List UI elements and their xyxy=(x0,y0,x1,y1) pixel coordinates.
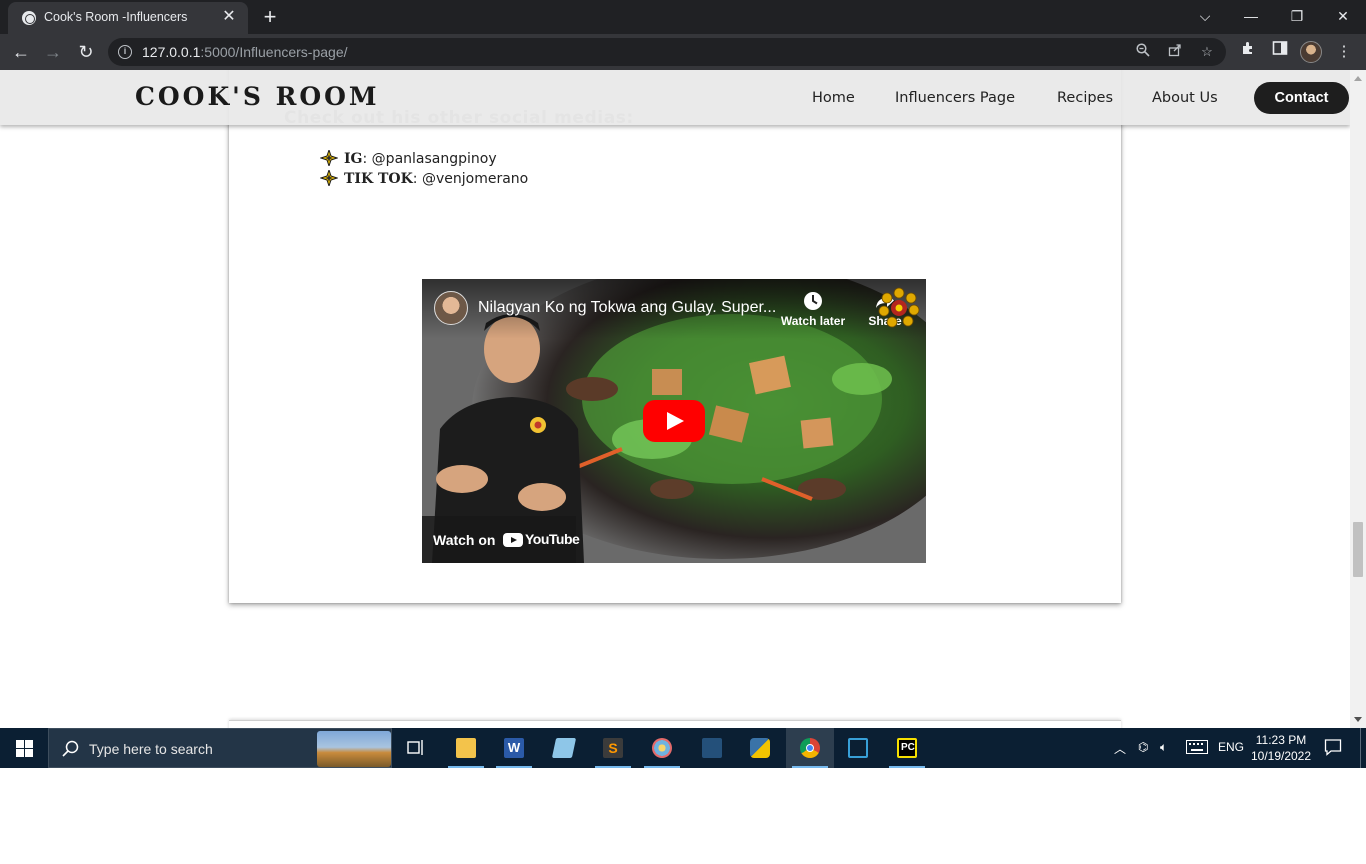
browser-tab-active[interactable]: Cook's Room -Influencers ✕ xyxy=(8,2,248,34)
back-arrow-icon[interactable]: ← xyxy=(8,39,34,65)
reload-icon[interactable]: ↻ xyxy=(73,39,99,65)
sparkle-icon xyxy=(320,170,338,186)
extensions-icon[interactable] xyxy=(1236,40,1260,64)
address-url[interactable]: 127.0.0.1:5000/Influencers-page/ xyxy=(142,44,348,60)
word-icon[interactable]: W xyxy=(490,728,538,768)
search-icon xyxy=(62,740,79,757)
meet-now-icon[interactable]: ⌬ xyxy=(1138,740,1148,754)
url-host: 127.0.0.1 xyxy=(142,44,201,60)
chrome-menu-icon[interactable]: ⋮ xyxy=(1332,40,1356,64)
task-view-icon[interactable] xyxy=(392,728,440,768)
site-info-icon[interactable]: i xyxy=(118,45,132,59)
search-highlight-illustration xyxy=(317,731,391,767)
system-clock[interactable]: 11:23 PM 10/19/2022 xyxy=(1250,732,1312,764)
paint-icon[interactable] xyxy=(638,728,686,768)
page-viewport: Check out his other social medias: IG: @… xyxy=(0,70,1350,728)
social-handle-ig: : @panlasangpinoy xyxy=(362,151,497,167)
input-language[interactable]: ENG xyxy=(1218,740,1244,754)
social-handle-tiktok: : @venjomerano xyxy=(412,171,529,187)
site-navbar: COOK'S ROOM Home Influencers Page Recipe… xyxy=(0,70,1350,125)
play-button[interactable] xyxy=(643,400,705,442)
watch-on-label: Watch on xyxy=(433,532,496,548)
url-path: :5000/Influencers-page/ xyxy=(200,44,348,60)
taskbar-search-box[interactable]: Type here to search xyxy=(48,728,392,768)
clock-date: 10/19/2022 xyxy=(1250,749,1312,763)
python-app-icon[interactable] xyxy=(736,728,784,768)
channel-watermark-icon xyxy=(878,287,920,328)
search-placeholder: Type here to search xyxy=(89,741,213,757)
windows-logo-icon xyxy=(16,740,33,757)
sublime-text-icon[interactable]: S xyxy=(589,728,637,768)
browser-toolbar: ← → ↻ i 127.0.0.1:5000/Influencers-page/… xyxy=(0,34,1366,70)
scrollbar-thumb[interactable] xyxy=(1353,522,1363,577)
clock-icon xyxy=(804,292,822,310)
next-influencer-card xyxy=(229,720,1121,728)
social-item-tiktok: TIK TOK: @venjomerano xyxy=(320,170,528,190)
minimize-window-button[interactable]: — xyxy=(1228,0,1274,34)
tab-title: Cook's Room -Influencers xyxy=(44,10,188,24)
start-button[interactable] xyxy=(0,728,48,768)
social-platform-ig: IG xyxy=(344,151,363,167)
file-explorer-icon[interactable] xyxy=(442,728,490,768)
notes-app-icon[interactable] xyxy=(540,728,588,768)
social-media-list: IG: @panlasangpinoy TIK TOK: @venjomeran… xyxy=(320,150,528,190)
youtube-play-icon xyxy=(503,533,523,547)
scroll-up-arrow-icon[interactable] xyxy=(1354,76,1362,81)
youtube-wordmark: YouTube xyxy=(525,531,580,547)
restore-window-button[interactable]: ❐ xyxy=(1274,0,1320,34)
windows-taskbar: Type here to search W S PC ︿ ⌬ 🔈︎ ENG 11… xyxy=(0,728,1366,768)
bookmark-star-icon[interactable]: ☆ xyxy=(1198,43,1216,61)
zoom-icon[interactable] xyxy=(1134,43,1152,61)
watch-on-youtube-button[interactable]: Watch on YouTube xyxy=(422,516,580,563)
box-app-icon[interactable] xyxy=(834,728,882,768)
notifications-icon[interactable] xyxy=(1324,738,1342,759)
contact-button[interactable]: Contact xyxy=(1254,82,1349,114)
watch-later-button[interactable]: Watch later xyxy=(778,291,848,328)
watch-later-label: Watch later xyxy=(780,314,846,328)
show-hidden-icons-chevron-icon[interactable]: ︿ xyxy=(1114,740,1126,757)
browser-tab-strip: Cook's Room -Influencers ✕ + ⌵ — ❐ ✕ xyxy=(0,0,1366,34)
social-platform-tiktok: TIK TOK xyxy=(344,171,413,187)
channel-avatar[interactable] xyxy=(434,291,468,325)
youtube-video-embed[interactable]: Nilagyan Ko ng Tokwa ang Gulay. Super...… xyxy=(422,279,926,563)
forward-arrow-icon[interactable]: → xyxy=(40,39,66,65)
social-item-ig: IG: @panlasangpinoy xyxy=(320,150,528,170)
share-icon[interactable] xyxy=(1166,43,1184,61)
side-panel-icon[interactable] xyxy=(1268,40,1292,64)
page-scrollbar[interactable] xyxy=(1350,70,1366,728)
nav-link-recipes[interactable]: Recipes xyxy=(1057,90,1113,106)
volume-icon[interactable]: 🔈︎ xyxy=(1160,740,1167,755)
mysql-workbench-icon[interactable] xyxy=(688,728,736,768)
scroll-down-arrow-icon[interactable] xyxy=(1354,717,1362,722)
site-brand-logo[interactable]: COOK'S ROOM xyxy=(135,82,380,111)
touch-keyboard-icon[interactable] xyxy=(1186,740,1208,757)
nav-link-influencers[interactable]: Influencers Page xyxy=(895,90,1015,106)
profile-avatar[interactable] xyxy=(1300,41,1322,63)
clock-time: 11:23 PM xyxy=(1255,733,1307,747)
sparkle-icon xyxy=(320,150,338,166)
close-window-button[interactable]: ✕ xyxy=(1320,0,1366,34)
video-title[interactable]: Nilagyan Ko ng Tokwa ang Gulay. Super... xyxy=(478,299,778,317)
show-desktop-button[interactable] xyxy=(1360,728,1366,768)
close-tab-icon[interactable]: ✕ xyxy=(220,8,238,26)
globe-icon xyxy=(22,11,36,25)
tab-search-icon[interactable]: ⌵ xyxy=(1182,0,1228,34)
nav-link-home[interactable]: Home xyxy=(812,90,855,106)
new-tab-button[interactable]: + xyxy=(258,5,282,29)
nav-link-about[interactable]: About Us xyxy=(1152,90,1218,106)
pycharm-icon[interactable]: PC xyxy=(883,728,931,768)
address-bar[interactable]: i 127.0.0.1:5000/Influencers-page/ ☆ xyxy=(108,38,1226,66)
chrome-icon[interactable] xyxy=(786,728,834,768)
